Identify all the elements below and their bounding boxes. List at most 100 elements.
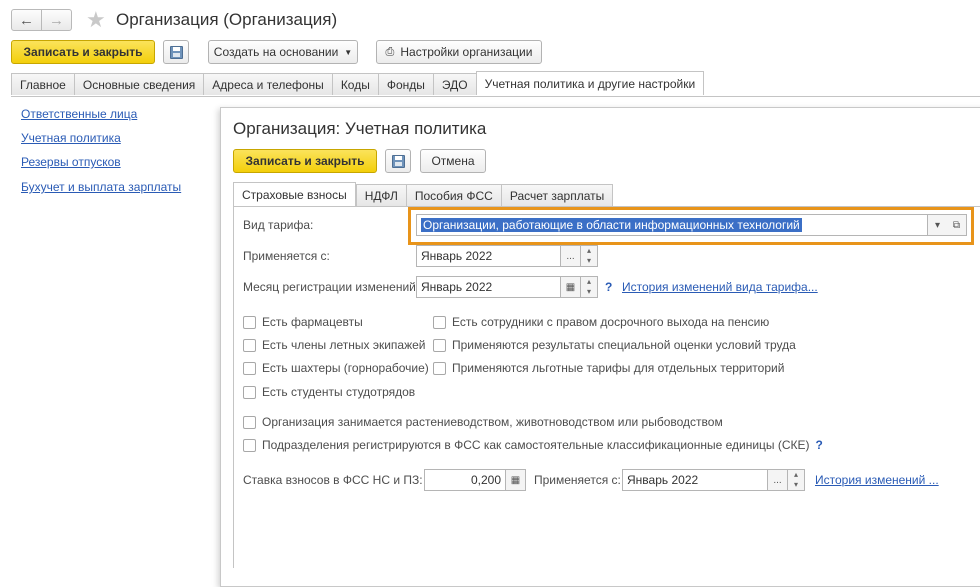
- tab-codes[interactable]: Коды: [331, 73, 378, 95]
- checkbox-special-assessment[interactable]: Применяются результаты специальной оценк…: [433, 338, 796, 352]
- applies-spinner[interactable]: ▴ ▾: [581, 245, 598, 267]
- tariff-value: Организации, работающие в области информ…: [421, 218, 802, 232]
- rate-history-link[interactable]: История изменений ...: [815, 473, 939, 487]
- main-tabs: Главное Основные сведения Адреса и телеф…: [11, 71, 705, 95]
- calendar-icon: ▦: [565, 281, 576, 293]
- month-spinner[interactable]: ▴ ▾: [581, 276, 598, 298]
- window-title: Организация (Организация): [116, 10, 338, 29]
- dialog-save-close-button[interactable]: Записать и закрыть: [233, 149, 377, 173]
- checkbox-flight-crew[interactable]: Есть члены летных экипажей: [243, 338, 425, 352]
- checkbox-label: Есть сотрудники с правом досрочного выхо…: [452, 315, 770, 329]
- applies-label: Применяется с:: [243, 249, 330, 263]
- tab-addresses[interactable]: Адреса и телефоны: [203, 73, 332, 95]
- checkbox-box[interactable]: [243, 315, 256, 329]
- spin-down-icon[interactable]: ▾: [581, 287, 597, 297]
- checkbox-fss-units[interactable]: Подразделения регистрируются в ФСС как с…: [243, 438, 823, 452]
- checkbox-agriculture[interactable]: Организация занимается растениеводством,…: [243, 415, 723, 429]
- forward-button[interactable]: →: [41, 9, 72, 31]
- applies-select-button[interactable]: ...: [561, 245, 581, 267]
- checkbox-label: Есть фармацевты: [262, 315, 363, 329]
- open-form-icon: ⧉: [952, 219, 961, 231]
- tab-insurance[interactable]: Страховые взносы: [233, 182, 356, 206]
- org-settings-label: Настройки организации: [400, 45, 533, 59]
- checkbox-box[interactable]: [433, 338, 446, 352]
- sidebar-link-vacation-reserves[interactable]: Резервы отпусков: [21, 155, 121, 169]
- rate-applies-field[interactable]: Январь 2022: [622, 469, 768, 491]
- month-label: Месяц регистрации изменений:: [243, 280, 420, 294]
- spin-up-icon[interactable]: ▴: [788, 470, 804, 480]
- sidebar-link-payroll-accounting[interactable]: Бухучет и выплата зарплаты: [21, 180, 181, 194]
- checkbox-box[interactable]: [243, 438, 256, 452]
- checkbox-students[interactable]: Есть студенты студотрядов: [243, 385, 415, 399]
- checkbox-box[interactable]: [243, 361, 256, 375]
- month-calendar-button[interactable]: ▦: [561, 276, 581, 298]
- rate-label: Ставка взносов в ФСС НС и ПЗ:: [243, 473, 423, 487]
- tariff-open-button[interactable]: ⧉: [947, 214, 967, 236]
- arrow-right-icon: →: [49, 11, 64, 29]
- tabs-divider: [11, 96, 980, 97]
- rate-calculator-button[interactable]: ▦: [506, 469, 526, 491]
- checkbox-label: Применяются льготные тарифы для отдельны…: [452, 361, 785, 375]
- checkbox-label: Есть студенты студотрядов: [262, 385, 416, 399]
- checkbox-label: Подразделения регистрируются в ФСС как с…: [262, 438, 810, 452]
- arrow-left-icon: ←: [19, 11, 34, 29]
- dialog-save-disk-icon: [391, 154, 405, 168]
- sidebar-link-accounting-policy[interactable]: Учетная политика: [21, 131, 121, 145]
- create-based-button[interactable]: Создать на основании ▼: [208, 40, 358, 64]
- cancel-button[interactable]: Отмена: [420, 149, 486, 173]
- tariff-label: Вид тарифа:: [243, 218, 314, 232]
- checkbox-preferential-tariffs[interactable]: Применяются льготные тарифы для отдельны…: [433, 361, 784, 375]
- dropdown-arrow-icon: ▼: [344, 47, 353, 57]
- chevron-down-icon: ▾: [934, 219, 941, 231]
- tariff-select[interactable]: Организации, работающие в области информ…: [416, 214, 928, 236]
- back-button[interactable]: ←: [11, 9, 42, 31]
- tab-accounting-policy[interactable]: Учетная политика и другие настройки: [475, 71, 705, 95]
- tab-funds[interactable]: Фонды: [377, 73, 433, 95]
- save-close-button[interactable]: Записать и закрыть: [11, 40, 155, 64]
- tab-fss-benefits[interactable]: Пособия ФСС: [405, 184, 501, 206]
- dialog-title: Организация: Учетная политика: [233, 119, 487, 138]
- help-icon[interactable]: ?: [605, 280, 612, 294]
- save-button[interactable]: [163, 40, 189, 64]
- checkbox-box[interactable]: [243, 338, 256, 352]
- checkbox-box[interactable]: [243, 415, 256, 429]
- tab-main[interactable]: Главное: [11, 73, 74, 95]
- rate-applies-label: Применяется с:: [534, 473, 621, 487]
- create-based-label: Создать на основании: [213, 45, 339, 59]
- spin-down-icon[interactable]: ▾: [581, 256, 597, 266]
- tab-ndfl[interactable]: НДФЛ: [355, 184, 406, 206]
- tariff-history-link[interactable]: История изменений вида тарифа...: [622, 280, 818, 294]
- favorite-star-icon[interactable]: ★: [86, 7, 106, 33]
- checkbox-miners[interactable]: Есть шахтеры (горнорабочие): [243, 361, 429, 375]
- rate-applies-select-button[interactable]: ...: [768, 469, 788, 491]
- sidebar-link-responsible[interactable]: Ответственные лица: [21, 107, 137, 121]
- checkbox-box[interactable]: [433, 315, 446, 329]
- calculator-icon: ▦: [510, 474, 521, 486]
- checkbox-early-pension[interactable]: Есть сотрудники с правом досрочного выхо…: [433, 315, 769, 329]
- tab-basic-info[interactable]: Основные сведения: [73, 73, 204, 95]
- dialog-save-button[interactable]: [385, 149, 411, 173]
- dialog-panel-border: [233, 206, 234, 568]
- spin-down-icon[interactable]: ▾: [788, 480, 804, 490]
- spin-up-icon[interactable]: ▴: [581, 277, 597, 287]
- applies-field[interactable]: Январь 2022: [416, 245, 561, 267]
- save-disk-icon: [169, 45, 183, 59]
- help-icon[interactable]: ?: [816, 438, 823, 452]
- checkbox-pharmacists[interactable]: Есть фармацевты: [243, 315, 363, 329]
- checkbox-label: Есть шахтеры (горнорабочие): [262, 361, 429, 375]
- printer-icon: ⎙: [385, 45, 395, 58]
- checkbox-box[interactable]: [243, 385, 256, 399]
- checkbox-box[interactable]: [433, 361, 446, 375]
- dialog-tabs: Страховые взносы НДФЛ Пособия ФСС Расчет…: [233, 182, 614, 206]
- checkbox-label: Применяются результаты специальной оценк…: [452, 338, 796, 352]
- rate-applies-spinner[interactable]: ▴ ▾: [788, 469, 805, 491]
- rate-field[interactable]: 0,200: [424, 469, 506, 491]
- spin-up-icon[interactable]: ▴: [581, 246, 597, 256]
- tab-edo[interactable]: ЭДО: [432, 73, 476, 95]
- checkbox-label: Есть члены летных экипажей: [262, 338, 426, 352]
- tab-payroll-calc[interactable]: Расчет зарплаты: [500, 184, 614, 206]
- checkbox-label: Организация занимается растениеводством,…: [262, 415, 723, 429]
- month-field[interactable]: Январь 2022: [416, 276, 561, 298]
- tariff-dropdown-button[interactable]: ▾: [928, 214, 948, 236]
- org-settings-button[interactable]: ⎙ Настройки организации: [376, 40, 542, 64]
